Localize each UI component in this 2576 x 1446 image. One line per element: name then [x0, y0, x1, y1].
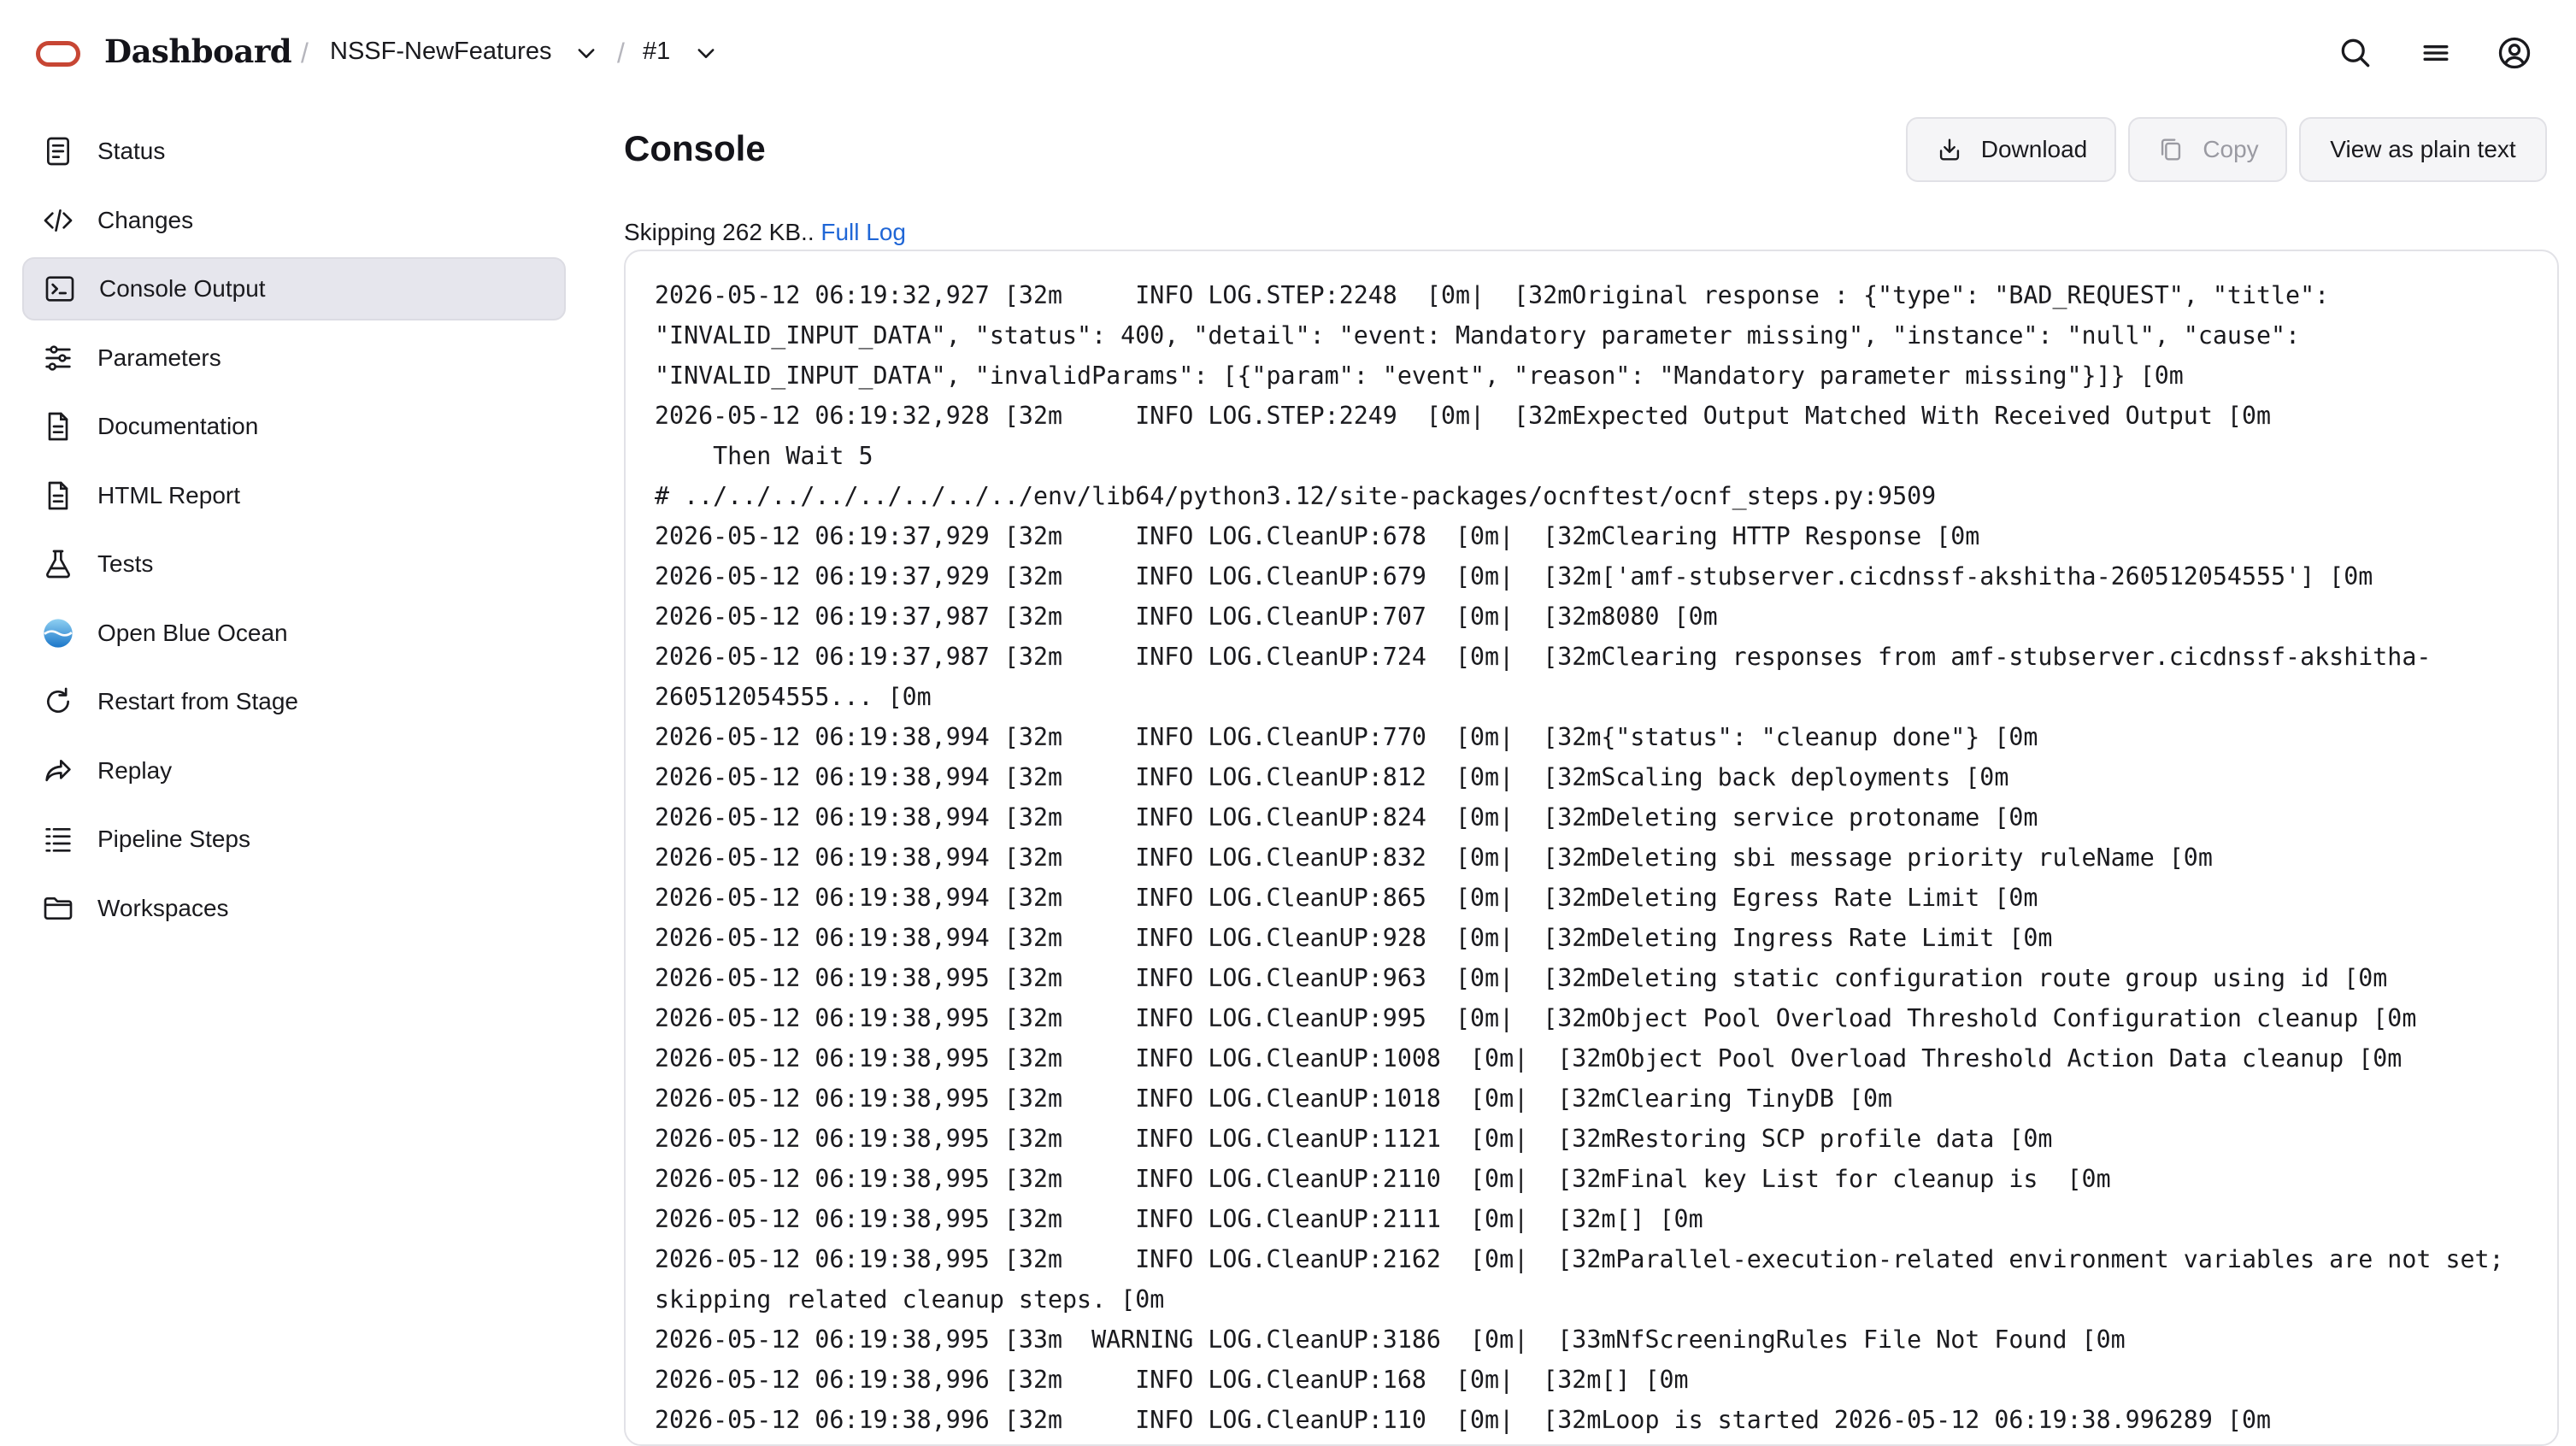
chevron-down-icon[interactable]: [574, 41, 598, 65]
download-button-label: Download: [1980, 136, 2088, 162]
code-icon: [44, 209, 73, 232]
log-line: 2026-05-12 06:19:38,995 [32m INFO LOG.Cl…: [655, 1165, 2111, 1193]
log-line: 2026-05-12 06:19:38,996 [32m INFO LOG.Cl…: [655, 1366, 1689, 1394]
log-line: 2026-05-12 06:19:38,995 [32m INFO LOG.Cl…: [655, 1084, 1893, 1113]
sidebar-item-replay[interactable]: Replay: [22, 739, 566, 802]
log-line: 2026-05-12 06:19:38,994 [32m INFO LOG.Cl…: [655, 803, 2038, 832]
flask-icon: [46, 550, 70, 579]
sidebar-item-label: Documentation: [97, 413, 259, 439]
sidebar-item-label: Status: [97, 138, 166, 164]
log-line: "INVALID_INPUT_DATA", "invalidParams": […: [655, 362, 2184, 390]
full-log-link[interactable]: Full Log: [820, 219, 906, 245]
log-line: # ../../../../../../../../env/lib64/pyth…: [655, 482, 1937, 510]
log-line: 2026-05-12 06:19:37,987 [32m INFO LOG.Cl…: [655, 643, 2432, 671]
download-icon: [1939, 138, 1959, 161]
sliders-icon: [45, 344, 71, 371]
sidebar-item-html-report[interactable]: HTML Report: [22, 464, 566, 527]
view-plain-text-label: View as plain text: [2330, 136, 2516, 162]
sidebar-item-status[interactable]: Status: [22, 120, 566, 183]
blue-ocean-icon: [44, 618, 73, 648]
page-title: Console: [624, 128, 766, 168]
sidebar-item-console-output[interactable]: Console Output: [22, 257, 566, 320]
menu-icon[interactable]: [2417, 34, 2455, 72]
skip-notice: Skipping 262 KB.. Full Log: [624, 219, 906, 246]
search-icon[interactable]: [2337, 34, 2374, 72]
sidebar-nav: Status Changes Console Output Parameters…: [22, 120, 566, 945]
sidebar-item-label: Console Output: [99, 275, 266, 302]
skip-text: Skipping 262 KB..: [624, 219, 815, 245]
sidebar-item-label: Changes: [97, 206, 194, 233]
breadcrumb-build[interactable]: #1: [643, 38, 670, 66]
sidebar-item-label: Replay: [97, 756, 173, 784]
sidebar-item-label: Open Blue Ocean: [97, 619, 288, 646]
log-line: 2026-05-12 06:19:38,995 [32m INFO LOG.Cl…: [655, 964, 2388, 992]
view-plain-text-button[interactable]: View as plain text: [2299, 117, 2547, 182]
download-button[interactable]: Download: [1906, 117, 2116, 182]
report-document-icon: [48, 481, 68, 509]
sidebar-item-pipeline-steps[interactable]: Pipeline Steps: [22, 808, 566, 871]
terminal-icon: [45, 276, 74, 302]
document-icon: [48, 412, 68, 441]
log-line: 2026-05-12 06:19:38,995 [32m INFO LOG.Cl…: [655, 1245, 2504, 1273]
log-line: 2026-05-12 06:19:37,987 [32m INFO LOG.Cl…: [655, 602, 1718, 631]
log-line: skipping related cleanup steps. [0m: [655, 1285, 1165, 1314]
log-line: 2026-05-12 06:19:38,994 [32m INFO LOG.Cl…: [655, 924, 2053, 952]
log-line: 2026-05-12 06:19:38,995 [32m INFO LOG.Cl…: [655, 1125, 2053, 1153]
breadcrumb-job[interactable]: NSSF-NewFeatures: [330, 38, 551, 66]
breadcrumb-separator: /: [617, 38, 625, 68]
breadcrumb-separator: /: [301, 38, 309, 68]
log-line: 2026-05-12 06:19:37,929 [32m INFO LOG.Cl…: [655, 562, 2373, 591]
top-header: Dashboard / NSSF-NewFeatures / #1: [0, 0, 2576, 104]
sidebar-item-label: Pipeline Steps: [97, 826, 251, 852]
dashboard-link[interactable]: Dashboard: [104, 32, 292, 70]
replay-arrow-icon: [45, 759, 71, 781]
sidebar-item-label: Tests: [97, 550, 154, 577]
sidebar-item-label: Parameters: [97, 344, 221, 371]
log-line: 2026-05-12 06:19:38,995 [33m WARNING LOG…: [655, 1326, 2126, 1354]
list-steps-icon: [45, 828, 71, 852]
restart-icon: [47, 687, 69, 713]
console-output-panel[interactable]: 2026-05-12 06:19:32,927 [32m INFO LOG.ST…: [624, 250, 2559, 1446]
log-line: 2026-05-12 06:19:38,994 [32m INFO LOG.Cl…: [655, 884, 2038, 912]
sidebar-item-label: HTML Report: [97, 481, 241, 508]
sidebar-item-changes[interactable]: Changes: [22, 189, 566, 252]
log-line: 260512054555... [0m: [655, 683, 932, 711]
copy-button[interactable]: Copy: [2128, 117, 2287, 182]
log-line: 2026-05-12 06:19:32,927 [32m INFO LOG.ST…: [655, 281, 2330, 309]
sidebar-item-open-blue-ocean[interactable]: Open Blue Ocean: [22, 602, 566, 665]
sidebar-item-workspaces[interactable]: Workspaces: [22, 877, 566, 940]
log-line: 2026-05-12 06:19:38,995 [32m INFO LOG.Cl…: [655, 1004, 2417, 1032]
sidebar-item-documentation[interactable]: Documentation: [22, 395, 566, 458]
oracle-logo-icon[interactable]: [36, 41, 80, 67]
sidebar-item-tests[interactable]: Tests: [22, 532, 566, 596]
log-line: 2026-05-12 06:19:38,996 [32m INFO LOG.Cl…: [655, 1406, 2272, 1434]
log-line: 2026-05-12 06:19:32,928 [32m INFO LOG.ST…: [655, 402, 2272, 430]
sidebar-item-restart-from-stage[interactable]: Restart from Stage: [22, 670, 566, 733]
log-line: 2026-05-12 06:19:38,995 [32m INFO LOG.Cl…: [655, 1205, 1703, 1233]
sidebar-item-label: Workspaces: [97, 894, 229, 921]
log-line: 2026-05-12 06:19:38,994 [32m INFO LOG.Cl…: [655, 763, 2009, 791]
sidebar-item-label: Restart from Stage: [97, 688, 298, 714]
folder-icon: [44, 896, 73, 920]
log-line: 2026-05-12 06:19:38,994 [32m INFO LOG.Cl…: [655, 844, 2213, 872]
copy-icon: [2161, 138, 2181, 161]
log-line: 2026-05-12 06:19:38,995 [32m INFO LOG.Cl…: [655, 1044, 2403, 1073]
chevron-down-icon[interactable]: [694, 41, 718, 65]
log-line: 2026-05-12 06:19:37,929 [32m INFO LOG.Cl…: [655, 522, 1980, 550]
status-document-icon: [47, 137, 69, 166]
copy-button-label: Copy: [2203, 136, 2259, 162]
log-line: Then Wait 5: [655, 442, 873, 470]
log-line: 2026-05-12 06:19:38,994 [32m INFO LOG.Cl…: [655, 723, 2038, 751]
user-account-icon[interactable]: [2496, 34, 2533, 72]
log-line: "INVALID_INPUT_DATA", "status": 400, "de…: [655, 321, 2301, 350]
sidebar-item-parameters[interactable]: Parameters: [22, 326, 566, 390]
